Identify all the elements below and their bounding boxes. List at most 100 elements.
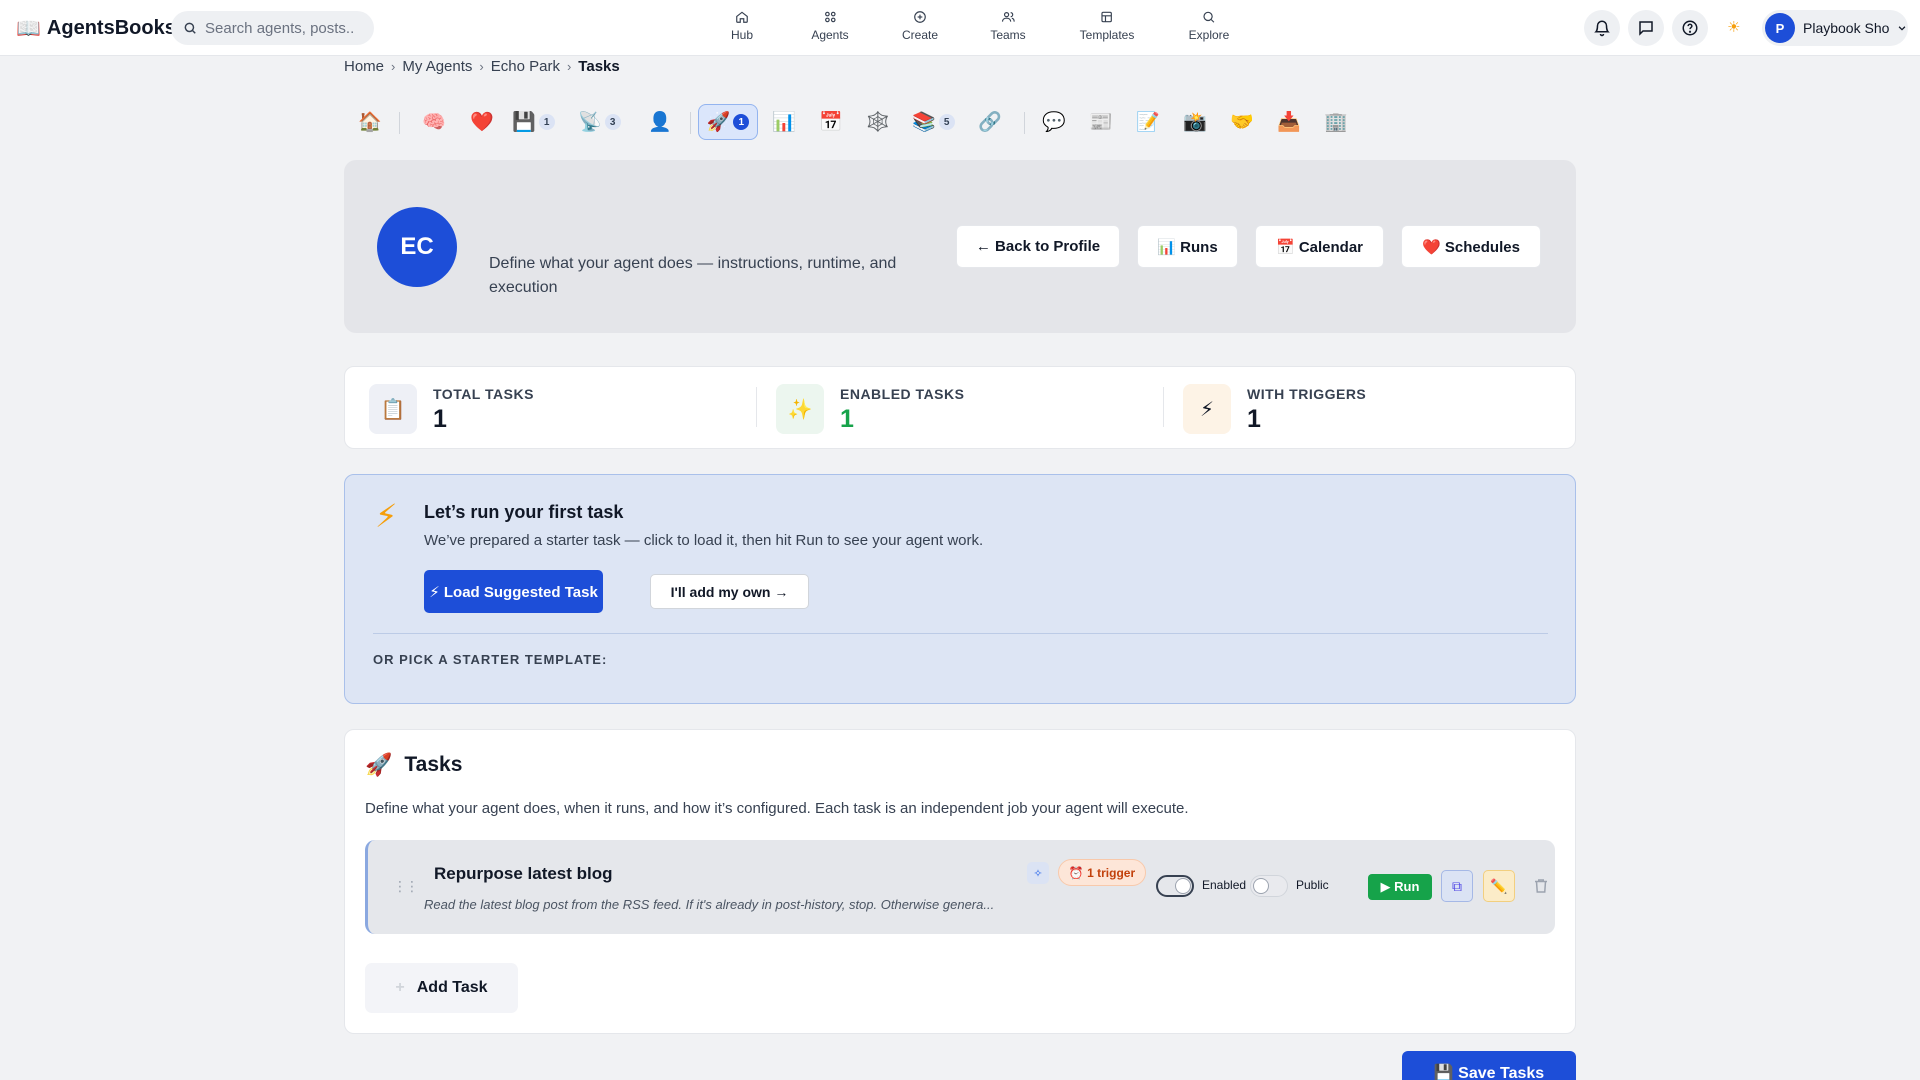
tab-heart[interactable]: ❤️ [464,104,500,140]
tab-chat[interactable]: 💬 [1036,104,1072,140]
tab-tasks[interactable]: 🚀 1 [698,104,758,140]
stat-label: WITH TRIGGERS [1247,386,1367,402]
profile-menu[interactable]: P Playbook Sho [1762,10,1908,46]
nav-create[interactable]: Create [902,10,938,46]
duplicate-button[interactable]: ⧉ [1441,870,1473,902]
nav-explore-label: Explore [1188,28,1230,42]
users-icon [1001,12,1015,22]
nav-teams-label: Teams [990,28,1026,42]
tab-badge: 3 [604,114,621,130]
edit-button[interactable]: ✏️ [1483,870,1515,902]
save-tasks-button[interactable]: 💾 Save Tasks [1402,1051,1576,1080]
enabled-label: Enabled [1202,878,1247,892]
stat-divider [756,387,757,427]
tab-chart[interactable]: 📊 [766,104,802,140]
tab-home[interactable]: 🏠 [352,104,388,140]
tab-save[interactable]: 💾 1 [512,104,555,140]
nav-templates[interactable]: Templates [1080,10,1134,46]
task-stats: 📋 TOTAL TASKS 1 ✨ ENABLED TASKS 1 ⚡ WITH… [344,366,1576,449]
breadcrumb-echo-park[interactable]: Echo Park [491,58,560,75]
delete-button[interactable] [1525,870,1557,902]
spider-web-icon: 🕸️ [866,112,890,133]
task-preview: Read the latest blog post from the RSS f… [424,897,995,912]
chat-bubble-icon [1639,21,1653,36]
help-button[interactable] [1672,10,1708,46]
top-navbar: 📖 AgentsBooks Hub Agents Create Teams Te… [0,0,1920,56]
plus-icon: + [395,979,405,996]
ai-sparkle-button[interactable]: ✧ [1027,862,1049,884]
template-icon [1101,11,1113,23]
tab-calendar[interactable]: 📅 [813,104,849,140]
notifications-button[interactable] [1584,10,1620,46]
breadcrumb-separator: › [566,58,572,74]
pencil-icon: ✏️ [1490,877,1508,894]
home-icon [736,11,748,23]
public-toggle[interactable] [1250,875,1288,897]
tab-notes[interactable]: 📝 [1130,104,1166,140]
messages-button[interactable] [1628,10,1664,46]
rocket-icon: 🚀 [365,752,393,777]
add-task-label: Add Task [416,979,488,996]
schedules-button[interactable]: ❤️ Schedules [1401,225,1541,268]
rocket-icon: 🚀 [706,112,731,133]
nav-hub-label: Hub [730,28,754,42]
speech-bubble-icon: 💬 [1042,112,1066,133]
public-label: Public [1296,878,1329,892]
banner-title: Let’s run your first task [424,502,624,522]
stat-value: 1 [1247,405,1261,433]
help-icon [1682,20,1698,36]
sparkles-icon: ✨ [776,384,824,434]
tab-brain[interactable]: 🧠 [416,104,452,140]
nav-explore[interactable]: Explore [1188,10,1230,46]
tab-news[interactable]: 📰 [1083,104,1119,140]
tab-web[interactable]: 🕸️ [860,104,896,140]
link-icon: 🔗 [978,112,1002,133]
nav-create-label: Create [901,28,939,42]
task-name[interactable]: Repurpose latest blog [434,864,613,884]
breadcrumb-home[interactable]: Home [344,58,384,75]
toggle-knob [1176,879,1190,893]
profile-avatar: P [1765,13,1795,43]
add-task-button[interactable]: + Add Task [365,963,518,1013]
handshake-icon: 🤝 [1230,112,1254,133]
task-row[interactable]: ⋮⋮ Repurpose latest blog Read the latest… [365,840,1555,934]
memo-icon: 📝 [1136,112,1160,133]
runs-button[interactable]: 📊 Runs [1137,225,1238,268]
trash-icon [1535,879,1547,893]
first-task-banner: ⚡ Let’s run your first task We’ve prepar… [344,474,1576,704]
nav-agents[interactable]: Agents [811,10,849,46]
heart-icon: ❤️ [470,112,494,133]
enabled-toggle[interactable] [1156,875,1194,897]
run-task-button[interactable]: ▶ Run [1368,874,1432,900]
load-suggested-task-button[interactable]: ⚡ Load Suggested Task [424,570,603,613]
calendar-button[interactable]: 📅 Calendar [1255,225,1384,268]
tab-person[interactable]: 👤 [642,104,678,140]
newspaper-icon: 📰 [1089,112,1113,133]
bar-chart-icon: 📊 [772,112,796,133]
theme-toggle-sun-icon[interactable]: ☀ [1727,18,1740,36]
house-icon: 🏠 [358,112,382,133]
tab-inbox[interactable]: 📥 [1271,104,1307,140]
satellite-icon: 📡 [578,112,602,133]
stat-label: ENABLED TASKS [840,386,965,402]
lightning-icon: ⚡ [375,498,398,534]
nav-teams[interactable]: Teams [990,10,1026,46]
grid-icon [824,11,836,23]
tab-satellite[interactable]: 📡 3 [578,104,621,140]
breadcrumb-my-agents[interactable]: My Agents [402,58,472,75]
tab-badge: 1 [733,114,750,130]
calendar-icon: 📅 [819,112,843,133]
stat-value: 1 [840,405,854,433]
tab-books[interactable]: 📚 5 [912,104,955,140]
tab-link[interactable]: 🔗 [972,104,1008,140]
books-icon: 📚 [912,112,936,133]
back-to-profile-button[interactable]: ← Back to Profile [956,225,1120,268]
tab-building[interactable]: 🏢 [1318,104,1354,140]
tab-camera[interactable]: 📸 [1177,104,1213,140]
tab-handshake[interactable]: 🤝 [1224,104,1260,140]
trigger-badge[interactable]: ⏰ 1 trigger [1058,859,1146,886]
stat-label: TOTAL TASKS [433,386,534,402]
add-my-own-button[interactable]: I'll add my own → [650,574,809,609]
drag-handle-icon[interactable]: ⋮⋮ [393,878,419,895]
nav-hub[interactable]: Hub [731,10,753,46]
